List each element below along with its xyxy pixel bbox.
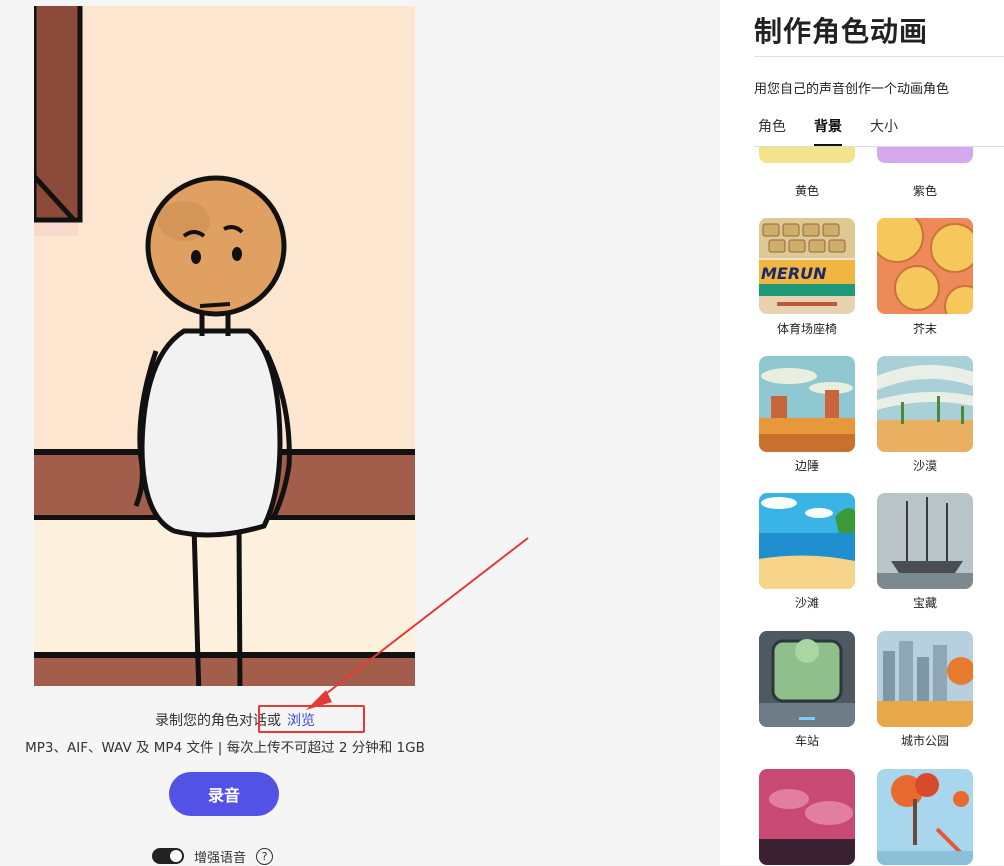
background-purple[interactable] bbox=[877, 147, 973, 163]
treasure-ship-thumbnail-icon bbox=[877, 493, 973, 589]
playground-thumbnail-icon bbox=[877, 769, 973, 865]
enhance-speech-toggle[interactable] bbox=[152, 848, 184, 864]
record-caption: 录制您的角色对话或 浏览 bbox=[0, 710, 470, 730]
panel-description: 用您自己的声音创作一个动画角色 bbox=[754, 82, 950, 97]
yellow-swatch-icon bbox=[759, 147, 855, 163]
background-grid: 黄色 紫色 MERUN 体育场座椅 芥末 边陲 沙漠 沙滩 宝藏 车站 城市公园 bbox=[720, 147, 1004, 865]
background-yellow[interactable] bbox=[759, 147, 855, 163]
picture-frame bbox=[34, 6, 83, 236]
background-label: 芥末 bbox=[912, 322, 937, 336]
background-desert[interactable] bbox=[877, 356, 973, 452]
stadium-sign-text: MERUN bbox=[761, 264, 827, 283]
background-station[interactable] bbox=[759, 631, 855, 727]
supported-formats-text: MP3、AIF、WAV 及 MP4 文件 | 每次上传不可超过 2 分钟和 1G… bbox=[25, 740, 425, 756]
background-mustard[interactable] bbox=[877, 218, 973, 314]
background-label: 车站 bbox=[794, 734, 819, 748]
background-label: 紫色 bbox=[912, 184, 937, 198]
pink-landscape-thumbnail-icon bbox=[759, 769, 855, 865]
divider bbox=[754, 56, 1004, 57]
background-playground[interactable] bbox=[877, 769, 973, 865]
tab-background[interactable]: 背景 bbox=[814, 116, 842, 146]
background-pink-landscape[interactable] bbox=[759, 769, 855, 865]
station-thumbnail-icon bbox=[759, 631, 855, 727]
help-icon[interactable]: ? bbox=[256, 847, 274, 865]
settings-panel: 制作角色动画 用您自己的声音创作一个动画角色 角色 背景 大小 黄色 紫色 ME… bbox=[720, 0, 1004, 865]
frontier-thumbnail-icon bbox=[759, 356, 855, 452]
mustard-thumbnail-icon bbox=[877, 218, 973, 314]
desert-thumbnail-icon bbox=[877, 356, 973, 452]
preview-area: 录制您的角色对话或 浏览 MP3、AIF、WAV 及 MP4 文件 | 每次上传不… bbox=[0, 0, 720, 866]
background-city-park[interactable] bbox=[877, 631, 973, 727]
enhance-speech-row: 增强语音 ? bbox=[152, 846, 274, 866]
record-button[interactable]: 录音 bbox=[169, 772, 279, 816]
panel-tabs: 角色 背景 大小 bbox=[758, 116, 898, 146]
city-park-thumbnail-icon bbox=[877, 631, 973, 727]
purple-swatch-icon bbox=[877, 147, 973, 163]
enhance-speech-label: 增强语音 bbox=[194, 850, 247, 866]
stadium-seats-thumbnail-icon: MERUN bbox=[759, 218, 855, 314]
beach-thumbnail-icon bbox=[759, 493, 855, 589]
background-label: 体育场座椅 bbox=[776, 322, 837, 336]
tab-character[interactable]: 角色 bbox=[758, 116, 786, 146]
background-label: 黄色 bbox=[794, 184, 819, 198]
background-label: 沙滩 bbox=[794, 596, 819, 610]
background-label: 城市公园 bbox=[900, 734, 949, 748]
background-frontier[interactable] bbox=[759, 356, 855, 452]
tab-size[interactable]: 大小 bbox=[870, 116, 898, 146]
panel-title: 制作角色动画 bbox=[754, 15, 929, 48]
character-preview-canvas bbox=[34, 6, 415, 686]
background-treasure[interactable] bbox=[877, 493, 973, 589]
background-label: 宝藏 bbox=[912, 596, 937, 610]
background-stadium-seats[interactable]: MERUN bbox=[759, 218, 855, 314]
background-beach[interactable] bbox=[759, 493, 855, 589]
background-label: 边陲 bbox=[794, 459, 819, 473]
annotation-highlight-box bbox=[258, 705, 365, 733]
background-label: 沙漠 bbox=[912, 459, 937, 473]
